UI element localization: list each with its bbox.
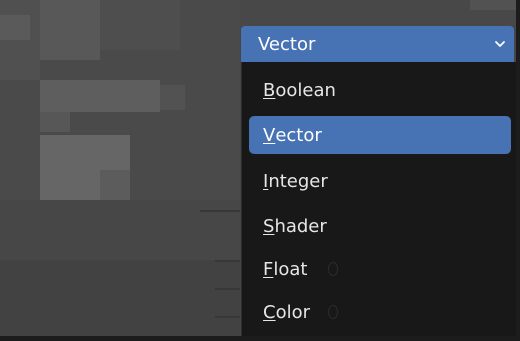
menu-item-label: loat	[273, 258, 308, 280]
menu-item-mnemonic: F	[263, 258, 274, 280]
dropdown-selected-value: Vector	[258, 33, 316, 55]
dropdown-menu: Boolean Vector Integer Shader Float Colo…	[241, 62, 516, 336]
menu-item-mnemonic: S	[263, 215, 275, 237]
menu-item-vector[interactable]: Vector	[249, 116, 511, 154]
menu-item-mnemonic: B	[263, 79, 276, 101]
menu-item-label: oolean	[275, 79, 336, 101]
socket-circle-icon	[328, 305, 338, 319]
socket-circle-icon	[328, 262, 338, 276]
chevron-down-icon	[495, 41, 505, 47]
panel-edge-bottom	[0, 336, 520, 341]
menu-item-boolean[interactable]: Boolean	[249, 71, 511, 109]
editor-frame: Vector Boolean Vector Integer Shader Flo…	[0, 0, 520, 341]
menu-item-label: nteger	[268, 170, 328, 192]
menu-item-mnemonic: V	[263, 124, 276, 146]
menu-item-mnemonic: C	[263, 301, 276, 323]
menu-item-label: olor	[275, 301, 311, 323]
panel-edge-right	[516, 0, 520, 341]
menu-item-label: ector	[275, 124, 322, 146]
menu-item-shader[interactable]: Shader	[249, 207, 511, 245]
socket-type-dropdown[interactable]: Vector	[241, 26, 514, 62]
menu-item-float[interactable]: Float	[249, 250, 511, 288]
menu-item-color[interactable]: Color	[249, 293, 511, 331]
menu-item-label: hader	[274, 215, 327, 237]
menu-item-integer[interactable]: Integer	[249, 162, 511, 200]
